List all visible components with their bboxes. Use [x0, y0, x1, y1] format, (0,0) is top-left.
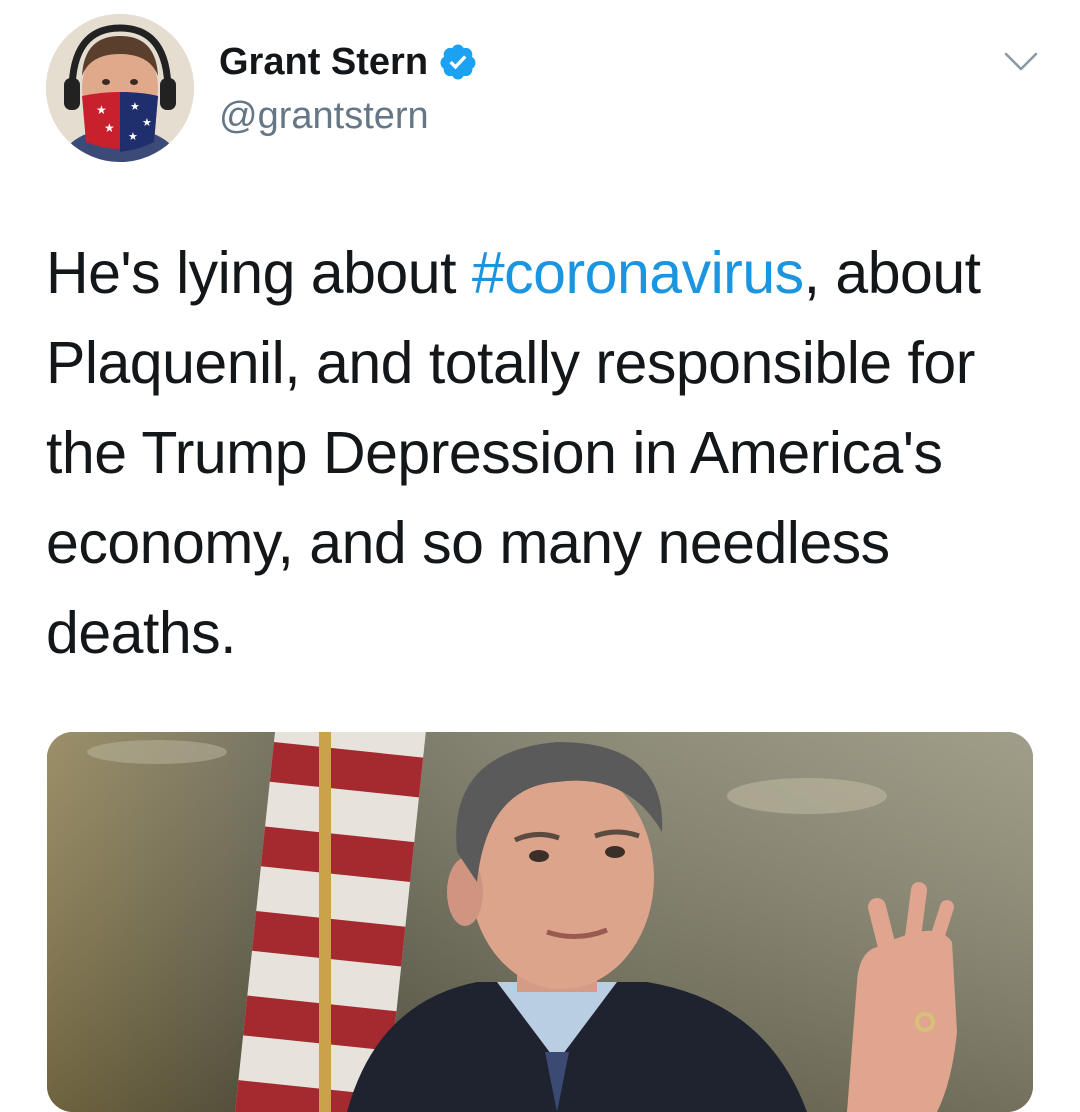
- svg-text:★: ★: [128, 130, 138, 143]
- avatar-image: ★ ★ ★ ★ ★: [46, 14, 194, 162]
- media-photo: [47, 732, 1033, 1112]
- svg-text:★: ★: [104, 121, 115, 135]
- chevron-down-icon[interactable]: [1002, 42, 1040, 80]
- avatar[interactable]: ★ ★ ★ ★ ★: [46, 14, 194, 162]
- verified-badge-icon: [440, 44, 476, 80]
- handle[interactable]: @grantstern: [219, 92, 429, 140]
- tweet-media-photo[interactable]: [47, 732, 1033, 1112]
- svg-text:★: ★: [130, 100, 140, 113]
- svg-text:★: ★: [142, 116, 152, 129]
- display-name[interactable]: Grant Stern: [219, 38, 428, 86]
- svg-text:★: ★: [96, 103, 107, 117]
- tweet-text-part: He's lying about: [46, 240, 472, 306]
- author-name-row: Grant Stern: [219, 38, 478, 86]
- tweet-text: He's lying about #coronavirus, about Pla…: [46, 228, 1046, 678]
- hashtag-link[interactable]: #coronavirus: [472, 240, 804, 306]
